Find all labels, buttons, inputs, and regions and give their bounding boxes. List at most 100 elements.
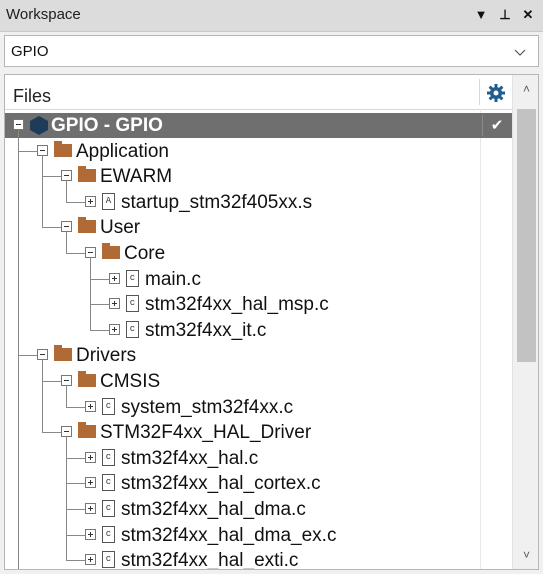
tree-line	[42, 432, 61, 434]
file-icon: c	[126, 269, 139, 287]
tree-line	[90, 278, 109, 280]
file-icon: c	[102, 500, 115, 517]
folder-icon	[78, 217, 96, 234]
expand-icon[interactable]	[85, 528, 96, 540]
pin-icon[interactable]: ⊥	[497, 6, 513, 24]
file-icon: c	[102, 397, 115, 415]
configuration-select-value: GPIO	[11, 43, 49, 60]
tree-line	[90, 329, 109, 331]
collapse-icon[interactable]	[37, 144, 48, 156]
vertical-scrollbar[interactable]: ˄ ˅	[512, 75, 538, 569]
folder-icon	[78, 371, 96, 387]
tree-item-label: stm32f4xx_hal.c	[121, 447, 259, 469]
tree-line	[66, 201, 85, 203]
workspace-titlebar: Workspace ▼ ⊥ ✕	[0, 0, 543, 32]
tree-item-label: CMSIS	[100, 371, 161, 392]
tree-line	[18, 150, 37, 152]
chevron-down-icon	[514, 49, 526, 56]
expand-icon[interactable]	[109, 272, 120, 284]
tree-line	[18, 355, 37, 357]
file-icon: c	[102, 525, 115, 543]
tree-line	[42, 227, 61, 229]
tree-line	[66, 232, 67, 253]
close-icon[interactable]: ✕	[520, 6, 536, 24]
tree-line	[66, 406, 85, 408]
expand-icon[interactable]	[109, 323, 120, 335]
expand-icon[interactable]	[85, 451, 96, 463]
folder-row[interactable]: STM32F4xx_HAL_Driver	[5, 420, 512, 445]
file-icon: c	[126, 320, 139, 338]
tree-line	[66, 483, 85, 485]
tree-line	[42, 360, 43, 433]
tree-item-label: EWARM	[100, 166, 173, 188]
file-row[interactable]: c stm32f4xx_hal_msp.c	[5, 292, 512, 317]
tree-item-label: Core	[124, 243, 166, 264]
tree-item-label: stm32f4xx_hal_dma.c	[121, 499, 306, 520]
tree-item-label: stm32f4xx_hal_cortex.c	[121, 473, 321, 495]
tree-item-label: system_stm32f4xx.c	[121, 396, 294, 418]
files-header-label: Files	[13, 86, 52, 106]
tree-item-label: stm32f4xx_hal_dma_ex.c	[121, 524, 337, 546]
project-icon	[30, 116, 48, 135]
file-icon: A	[102, 192, 115, 210]
window-title: Workspace	[6, 6, 81, 23]
expand-icon[interactable]	[85, 477, 96, 489]
scroll-down-button[interactable]: ˅	[513, 541, 538, 569]
expand-icon[interactable]	[85, 400, 96, 412]
file-row[interactable]: c main.c	[5, 267, 512, 292]
folder-row[interactable]: User	[5, 215, 512, 240]
collapse-icon[interactable]	[61, 375, 72, 386]
tree-line	[42, 176, 61, 178]
tree-item-label: GPIO - GPIO	[51, 115, 163, 136]
folder-icon	[54, 140, 72, 157]
folder-row[interactable]: CMSIS	[5, 369, 512, 394]
tree-line	[66, 386, 67, 407]
tree-item-label: stm32f4xx_hal_msp.c	[145, 294, 329, 316]
folder-icon	[54, 345, 72, 362]
folder-row[interactable]: EWARM	[5, 164, 512, 189]
tree-item-label: Application	[76, 140, 169, 162]
folder-icon	[102, 243, 120, 259]
configuration-select[interactable]: GPIO	[4, 35, 539, 67]
file-row[interactable]: c stm32f4xx_hal_exti.c	[5, 548, 512, 569]
collapse-icon[interactable]	[61, 221, 72, 233]
tree-line	[66, 509, 85, 510]
gear-icon[interactable]	[486, 83, 506, 103]
tree-line	[90, 304, 109, 306]
files-panel: Files GPIO - GPIO ✔ Application EWARM Astart…	[4, 74, 539, 570]
tree-line	[42, 381, 61, 382]
scrollbar-thumb[interactable]	[517, 109, 536, 362]
tree-item-label: stm32f4xx_it.c	[145, 319, 267, 341]
scroll-up-button[interactable]: ˄	[513, 75, 538, 103]
expand-icon[interactable]	[85, 195, 96, 207]
tree-line	[66, 253, 85, 254]
tree-line	[42, 155, 43, 228]
folder-icon	[78, 166, 96, 183]
expand-icon[interactable]	[85, 554, 96, 566]
tree-line	[66, 181, 67, 202]
expand-icon[interactable]	[85, 503, 96, 514]
collapse-icon[interactable]	[61, 426, 72, 438]
tree-item-label: User	[100, 217, 141, 239]
window-menu-dropdown-icon[interactable]: ▼	[473, 6, 489, 24]
tree-line	[66, 457, 85, 459]
tree-line	[90, 258, 91, 330]
collapse-icon[interactable]	[61, 170, 72, 182]
tree-item-label: startup_stm32f405xx.s	[121, 191, 313, 213]
tree-line	[66, 560, 85, 562]
file-icon: c	[102, 448, 115, 466]
collapse-icon[interactable]	[13, 119, 24, 130]
folder-row[interactable]: Drivers	[5, 343, 512, 368]
tree-item-label: STM32F4xx_HAL_Driver	[100, 422, 312, 444]
tree-line	[66, 437, 67, 561]
tree-item-label: main.c	[145, 268, 201, 290]
expand-icon[interactable]	[109, 298, 120, 310]
file-icon: c	[102, 474, 115, 492]
project-row[interactable]: GPIO - GPIO ✔	[5, 113, 512, 138]
folder-row[interactable]: Application	[5, 139, 512, 164]
file-row[interactable]: c stm32f4xx_it.c	[5, 318, 512, 343]
file-icon: c	[102, 551, 115, 569]
collapse-icon[interactable]	[37, 349, 48, 361]
collapse-icon[interactable]	[85, 247, 96, 258]
header-column-divider	[479, 79, 480, 105]
